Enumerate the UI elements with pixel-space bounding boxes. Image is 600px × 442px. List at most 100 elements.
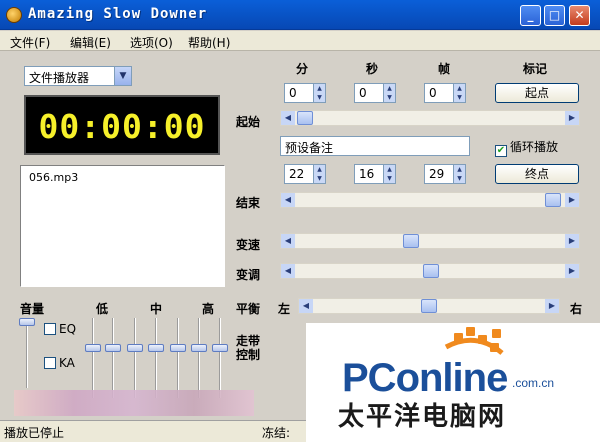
end-position-slider[interactable]: ◀ ▶ (280, 192, 580, 208)
eq-label: EQ (59, 322, 77, 336)
menu-options[interactable]: 选项(O) (130, 34, 173, 51)
freeze-status: 冻结: (262, 426, 291, 440)
start-frames-value: 0 (429, 86, 437, 100)
spin-arrows-icon[interactable]: ▲ ▼ (313, 84, 325, 102)
loop-checkbox[interactable]: ✔ 循环播放 (495, 138, 558, 157)
slider-thumb[interactable] (170, 344, 186, 352)
slider-thumb[interactable] (423, 264, 439, 278)
header-seconds: 秒 (366, 62, 379, 76)
set-end-button[interactable]: 终点 (495, 164, 579, 184)
slider-thumb[interactable] (19, 318, 35, 326)
blurred-region (14, 390, 254, 416)
arrow-right-icon[interactable]: ▶ (545, 299, 559, 313)
end-frames-stepper[interactable]: 29 ▲ ▼ (424, 164, 466, 184)
spin-arrows-icon[interactable]: ▲ ▼ (453, 84, 465, 102)
note-input[interactable]: 预设备注 (280, 136, 470, 156)
slider-thumb[interactable] (403, 234, 419, 248)
set-start-button[interactable]: 起点 (495, 83, 579, 103)
arrow-left-icon[interactable]: ◀ (281, 234, 295, 248)
spin-arrows-icon[interactable]: ▲ ▼ (453, 165, 465, 183)
menu-edit[interactable]: 编辑(E) (70, 34, 111, 51)
eq-band-slider-3[interactable] (127, 318, 143, 398)
header-mark: 标记 (523, 62, 548, 76)
arrow-right-icon[interactable]: ▶ (565, 193, 579, 207)
end-minutes-stepper[interactable]: 22 ▲ ▼ (284, 164, 326, 184)
slider-thumb[interactable] (148, 344, 164, 352)
end-minutes-value: 22 (289, 167, 305, 181)
arrow-left-icon[interactable]: ◀ (281, 264, 295, 278)
close-button[interactable]: ✕ (569, 5, 590, 26)
spin-arrows-icon[interactable]: ▲ ▼ (383, 165, 395, 183)
menu-bar: 文件(F) 编辑(E) 选项(O) 帮助(H) (0, 31, 600, 51)
app-icon (6, 7, 22, 23)
slider-thumb[interactable] (85, 344, 101, 352)
ka-checkbox[interactable]: KA (44, 356, 75, 370)
maximize-button[interactable]: □ (544, 5, 565, 26)
list-item[interactable]: 056.mp3 (29, 171, 78, 184)
svg-text:PConline: PConline (342, 356, 507, 400)
svg-text:.com.cn: .com.cn (512, 376, 554, 390)
spin-arrows-icon[interactable]: ▲ ▼ (313, 165, 325, 183)
speed-slider[interactable]: ◀ ▶ (280, 233, 580, 249)
pconline-logo-icon: PConline .com.cn 太平洋电脑网 (338, 327, 554, 432)
chevron-down-icon[interactable]: ▼ (114, 67, 131, 85)
spin-arrows-icon[interactable]: ▲ ▼ (383, 84, 395, 102)
start-minutes-stepper[interactable]: 0 ▲ ▼ (284, 83, 326, 103)
slider-thumb[interactable] (297, 111, 313, 125)
slider-thumb[interactable] (105, 344, 121, 352)
slider-thumb[interactable] (421, 299, 437, 313)
volume-slider[interactable] (19, 318, 35, 388)
checkbox-icon[interactable] (44, 357, 56, 369)
arrow-right-icon[interactable]: ▶ (565, 264, 579, 278)
eq-high-label: 高 (202, 302, 215, 316)
start-seconds-value: 0 (359, 86, 367, 100)
eq-band-slider-2[interactable] (105, 318, 121, 398)
slider-track (219, 318, 221, 398)
speed-label: 变速 (236, 238, 261, 252)
slider-thumb[interactable] (127, 344, 143, 352)
slider-track (134, 318, 136, 398)
start-minutes-value: 0 (289, 86, 297, 100)
eq-band-slider-4[interactable] (148, 318, 164, 398)
arrow-right-icon[interactable]: ▶ (565, 234, 579, 248)
eq-band-slider-1[interactable] (85, 318, 101, 398)
slider-thumb[interactable] (212, 344, 228, 352)
pitch-slider[interactable]: ◀ ▶ (280, 263, 580, 279)
slider-track (177, 318, 179, 398)
eq-checkbox[interactable]: EQ (44, 322, 76, 336)
time-display: 00:00:00 (24, 95, 220, 155)
eq-low-label: 低 (96, 302, 109, 316)
loop-label: 循环播放 (510, 140, 559, 154)
slider-track (198, 318, 200, 398)
menu-file[interactable]: 文件(F) (10, 34, 50, 51)
start-position-slider[interactable]: ◀ ▶ (280, 110, 580, 126)
start-seconds-stepper[interactable]: 0 ▲ ▼ (354, 83, 396, 103)
player-source-select[interactable]: 文件播放器 ▼ (24, 66, 132, 86)
pitch-label: 变调 (236, 268, 261, 282)
start-frames-stepper[interactable]: 0 ▲ ▼ (424, 83, 466, 103)
slider-track (92, 318, 94, 398)
checkbox-icon[interactable] (44, 323, 56, 335)
arrow-left-icon[interactable]: ◀ (299, 299, 313, 313)
minimize-button[interactable]: _ (520, 5, 541, 26)
title-bar[interactable]: Amazing Slow Downer _ □ ✕ (0, 0, 600, 30)
balance-slider[interactable]: ◀ ▶ (298, 298, 560, 314)
eq-band-slider-5[interactable] (170, 318, 186, 398)
end-label: 结束 (236, 196, 261, 210)
player-source-value: 文件播放器 (29, 71, 90, 85)
end-seconds-stepper[interactable]: 16 ▲ ▼ (354, 164, 396, 184)
eq-band-slider-7[interactable] (212, 318, 228, 398)
file-list[interactable]: 056.mp3 (20, 165, 225, 287)
arrow-right-icon[interactable]: ▶ (565, 111, 579, 125)
window-title: Amazing Slow Downer (28, 6, 208, 22)
header-frames: 帧 (438, 62, 451, 76)
pconline-watermark-logo: PConline .com.cn 太平洋电脑网 (306, 323, 600, 442)
balance-right-label: 右 (570, 302, 583, 316)
menu-help[interactable]: 帮助(H) (188, 34, 230, 51)
checkmark-icon[interactable]: ✔ (495, 145, 507, 157)
arrow-left-icon[interactable]: ◀ (281, 193, 295, 207)
eq-band-slider-6[interactable] (191, 318, 207, 398)
slider-thumb[interactable] (191, 344, 207, 352)
slider-thumb[interactable] (545, 193, 561, 207)
arrow-left-icon[interactable]: ◀ (281, 111, 295, 125)
